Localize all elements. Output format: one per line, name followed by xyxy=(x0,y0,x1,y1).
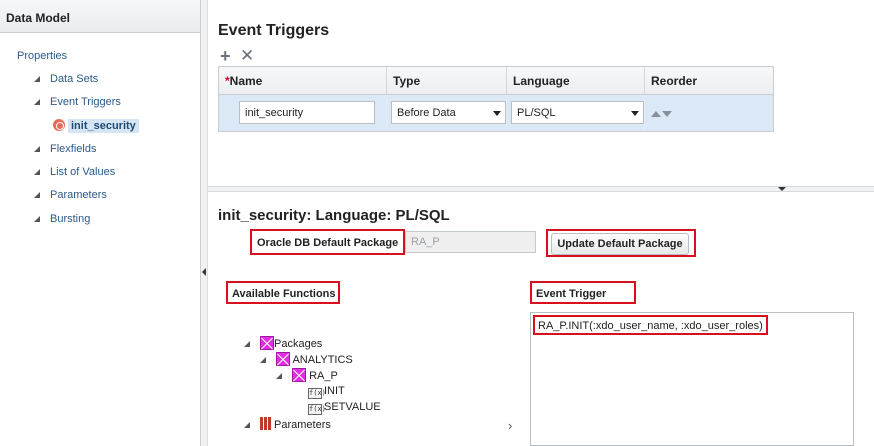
tree-label: Packages xyxy=(274,338,323,350)
trigger-language-select[interactable]: PL/SQL xyxy=(511,101,644,124)
reorder-controls xyxy=(651,108,773,120)
column-header-language[interactable]: Language xyxy=(507,67,645,94)
expand-triangle-icon[interactable] xyxy=(34,169,40,175)
tree-node-init[interactable]: f(x)INIT xyxy=(308,385,345,399)
tree-node-parameters[interactable]: Parameters xyxy=(244,417,331,431)
update-package-highlight: Update Default Package xyxy=(546,229,696,257)
trigger-icon xyxy=(53,119,65,131)
trigger-type-select[interactable]: Before Data xyxy=(391,101,506,124)
collapse-down-icon[interactable] xyxy=(778,187,786,191)
expand-triangle-icon[interactable] xyxy=(34,146,40,152)
event-triggers-table: *Name Type Language Reorder Before Data … xyxy=(218,66,774,132)
package-icon xyxy=(292,368,306,382)
default-package-input[interactable] xyxy=(405,231,536,253)
move-down-icon[interactable] xyxy=(662,111,672,117)
tree-label: init_security xyxy=(68,119,139,133)
event-trigger-code: RA_P.INIT(:xdo_user_name, :xdo_user_role… xyxy=(533,315,768,335)
tree-item-properties[interactable]: Properties xyxy=(17,50,67,62)
function-icon: f(x) xyxy=(308,404,326,415)
tree-label: Parameters xyxy=(274,419,331,431)
add-icon[interactable]: + xyxy=(220,47,231,65)
select-value: Before Data xyxy=(397,107,456,119)
table-row[interactable]: Before Data PL/SQL xyxy=(219,95,773,131)
delete-icon[interactable]: ✕ xyxy=(240,47,254,64)
column-header-reorder[interactable]: Reorder xyxy=(645,67,773,94)
tree-label: Data Sets xyxy=(50,73,99,85)
expand-triangle-icon[interactable] xyxy=(34,192,40,198)
expand-triangle-icon[interactable] xyxy=(244,341,250,347)
tree-label: INIT xyxy=(324,385,345,397)
data-model-panel: Data Model Properties Data Sets Event Tr… xyxy=(0,0,201,446)
tree-label: Bursting xyxy=(50,213,91,225)
vertical-splitter[interactable] xyxy=(201,0,208,446)
column-label: Name xyxy=(229,74,263,88)
tree-label: RA_P xyxy=(309,370,338,382)
event-trigger-label: Event Trigger xyxy=(530,281,636,304)
tree-label: List of Values xyxy=(50,166,116,178)
tree-node-analytics[interactable]: ANALYTICS xyxy=(260,352,353,366)
expand-triangle-icon[interactable] xyxy=(34,76,40,82)
tree-item-data-sets[interactable]: Data Sets xyxy=(34,73,98,85)
trigger-detail-panel: init_security: Language: PL/SQL Oracle D… xyxy=(208,192,874,446)
tree-node-packages[interactable]: Packages xyxy=(244,336,322,350)
tree-label: ANALYTICS xyxy=(292,354,353,366)
parameters-icon xyxy=(260,417,274,430)
default-package-label: Oracle DB Default Package xyxy=(250,229,405,255)
package-icon xyxy=(276,352,290,366)
tree-label: Flexfields xyxy=(50,143,97,155)
tree-node-setvalue[interactable]: f(x)SETVALUE xyxy=(308,401,381,415)
update-default-package-button[interactable]: Update Default Package xyxy=(551,233,689,255)
tree-label: Parameters xyxy=(50,189,107,201)
expand-triangle-icon[interactable] xyxy=(244,422,250,428)
tree-item-parameters[interactable]: Parameters xyxy=(34,189,107,201)
detail-title: init_security: Language: PL/SQL xyxy=(218,207,450,224)
column-header-name[interactable]: *Name xyxy=(219,67,387,94)
page-title: Event Triggers xyxy=(218,22,330,39)
collapse-left-icon[interactable] xyxy=(202,268,206,276)
tree-label: SETVALUE xyxy=(324,401,381,413)
package-icon xyxy=(260,336,274,350)
expand-triangle-icon[interactable] xyxy=(276,373,282,379)
panel-title: Data Model xyxy=(0,0,200,33)
expand-triangle-icon[interactable] xyxy=(260,357,266,363)
tree-item-init-security[interactable]: init_security xyxy=(50,118,142,134)
select-value: PL/SQL xyxy=(517,107,556,119)
available-functions-label: Available Functions xyxy=(226,281,340,304)
move-up-icon[interactable] xyxy=(651,111,661,117)
chevron-down-icon xyxy=(631,111,639,116)
function-icon: f(x) xyxy=(308,388,326,399)
tree-label: Event Triggers xyxy=(50,96,121,108)
insert-function-icon[interactable]: › xyxy=(508,418,512,433)
column-header-type[interactable]: Type xyxy=(387,67,507,94)
tree-node-ra-p[interactable]: RA_P xyxy=(276,368,338,382)
trigger-name-input[interactable] xyxy=(239,101,375,124)
tree-item-event-triggers[interactable]: Event Triggers xyxy=(34,96,121,108)
tree-item-bursting[interactable]: Bursting xyxy=(34,213,90,225)
table-header: *Name Type Language Reorder xyxy=(219,67,773,95)
chevron-down-icon xyxy=(493,111,501,116)
expand-triangle-icon[interactable] xyxy=(34,99,40,105)
event-triggers-panel: Event Triggers + ✕ *Name Type Language R… xyxy=(208,0,874,186)
tree-item-flexfields[interactable]: Flexfields xyxy=(34,143,96,155)
tree-item-list-of-values[interactable]: List of Values xyxy=(34,166,115,178)
expand-triangle-icon[interactable] xyxy=(34,216,40,222)
